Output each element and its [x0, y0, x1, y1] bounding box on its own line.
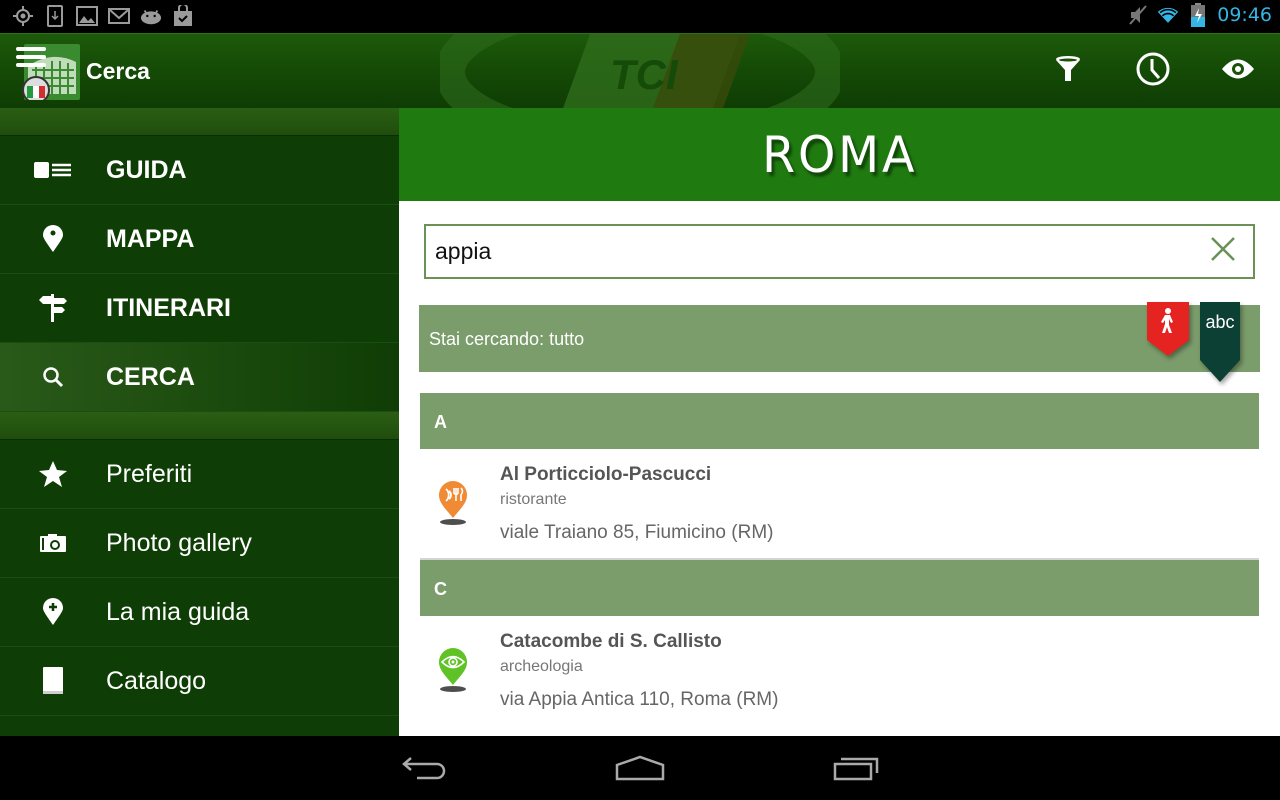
drawer-item-label: CERCA — [106, 362, 195, 391]
screen: 09:46 TCI Cerca GUIDA MAPPA ITINERARI CE… — [0, 0, 1280, 800]
restaurant-pin-icon — [438, 481, 468, 532]
search-box — [424, 224, 1255, 279]
gps-icon — [12, 5, 34, 27]
section-header-c: C — [420, 560, 1259, 616]
drawer-item-photo-gallery[interactable]: Photo gallery — [0, 509, 399, 578]
drawer-item-label: La mia guida — [106, 597, 250, 626]
guide-icon — [0, 161, 106, 179]
drawer-item-label: Catalogo — [106, 666, 207, 695]
result-item[interactable]: Catacombe di S. Callisto archeologia via… — [420, 616, 1259, 727]
clear-search-button[interactable] — [1193, 226, 1253, 277]
book-icon — [0, 667, 106, 695]
filter-bar: Stai cercando: tutto abc — [419, 302, 1260, 382]
filter-icon — [1054, 55, 1082, 88]
android-icon — [140, 5, 162, 27]
result-category: archeologia — [500, 658, 583, 675]
wifi-icon — [1157, 4, 1179, 26]
archaeology-pin-icon — [438, 648, 468, 699]
home-button[interactable] — [610, 750, 670, 790]
navigation-drawer: GUIDA MAPPA ITINERARI CERCA Preferiti Ph… — [0, 108, 399, 736]
result-address: viale Traiano 85, Fiumicino (RM) — [500, 522, 774, 543]
drawer-item-label: GUIDA — [106, 155, 187, 184]
city-header: ROMA — [399, 108, 1280, 201]
drawer-item-label: Preferiti — [106, 459, 193, 488]
system-navigation-bar — [0, 736, 1280, 800]
result-name: Al Porticciolo-Pascucci — [500, 464, 712, 485]
drawer-item-mappa[interactable]: MAPPA — [0, 205, 399, 274]
drawer-item-itinerari[interactable]: ITINERARI — [0, 274, 399, 343]
result-address: via Appia Antica 110, Roma (RM) — [500, 689, 779, 710]
drawer-divider — [0, 412, 399, 440]
back-icon — [401, 755, 447, 786]
status-bar: 09:46 — [0, 0, 1280, 33]
map-pin-icon — [0, 225, 106, 253]
system-icons: 09:46 — [1127, 3, 1272, 27]
section-letter: C — [434, 579, 447, 599]
drawer-item-label: MAPPA — [106, 224, 195, 253]
drawer-item-la-mia-guida[interactable]: La mia guida — [0, 578, 399, 647]
action-bar-actions — [1025, 34, 1280, 108]
view-button[interactable] — [1195, 34, 1280, 108]
app-logo — [14, 44, 80, 104]
action-bar: TCI Cerca — [0, 33, 1280, 108]
close-icon — [1210, 236, 1236, 267]
search-input[interactable] — [426, 238, 1193, 265]
gmail-icon — [108, 5, 130, 27]
main-content: ROMA Stai cercando: tutto abc A — [399, 108, 1280, 736]
battery-charging-icon — [1187, 3, 1209, 27]
tci-logo-watermark: TCI — [440, 34, 840, 108]
action-bar-title: Cerca — [86, 58, 150, 84]
alphabetical-sort-tag[interactable]: abc — [1200, 302, 1240, 387]
camera-icon — [0, 534, 106, 552]
home-up-button[interactable]: Cerca — [14, 44, 150, 104]
gallery-icon — [76, 5, 98, 27]
drawer-item-label: Photo gallery — [106, 528, 252, 557]
walk-filter-tag[interactable] — [1147, 302, 1189, 361]
download-icon — [44, 5, 66, 27]
history-button[interactable] — [1110, 34, 1195, 108]
eye-icon — [1221, 58, 1255, 85]
notification-icons — [12, 5, 194, 27]
drawer-item-cerca[interactable]: CERCA — [0, 343, 399, 412]
section-letter: A — [434, 412, 447, 432]
store-icon — [172, 5, 194, 27]
clock-icon — [1136, 52, 1170, 91]
star-icon — [0, 461, 106, 487]
drawer-item-preferiti[interactable]: Preferiti — [0, 440, 399, 509]
result-name: Catacombe di S. Callisto — [500, 631, 722, 652]
drawer-item-label: ITINERARI — [106, 293, 231, 322]
drawer-divider — [0, 108, 399, 136]
home-icon — [615, 755, 665, 786]
mute-icon — [1127, 4, 1149, 26]
filter-button[interactable] — [1025, 34, 1110, 108]
city-title: ROMA — [761, 125, 918, 184]
signpost-icon — [0, 294, 106, 322]
svg-text:TCI: TCI — [610, 51, 679, 98]
tag-abc-label: abc — [1205, 312, 1235, 332]
result-item[interactable]: Al Porticciolo-Pascucci ristorante viale… — [420, 449, 1259, 560]
drawer-item-catalogo[interactable]: Catalogo — [0, 647, 399, 716]
section-header-a: A — [420, 393, 1259, 449]
recent-apps-button[interactable] — [827, 750, 887, 790]
clock-time: 09:46 — [1217, 4, 1272, 26]
pin-plus-icon — [0, 598, 106, 626]
filter-status-text: Stai cercando: tutto — [429, 329, 585, 349]
back-button[interactable] — [394, 750, 454, 790]
search-icon — [0, 366, 106, 388]
drawer-item-guida[interactable]: GUIDA — [0, 136, 399, 205]
result-category: ristorante — [500, 491, 567, 508]
recent-apps-icon — [833, 755, 881, 786]
